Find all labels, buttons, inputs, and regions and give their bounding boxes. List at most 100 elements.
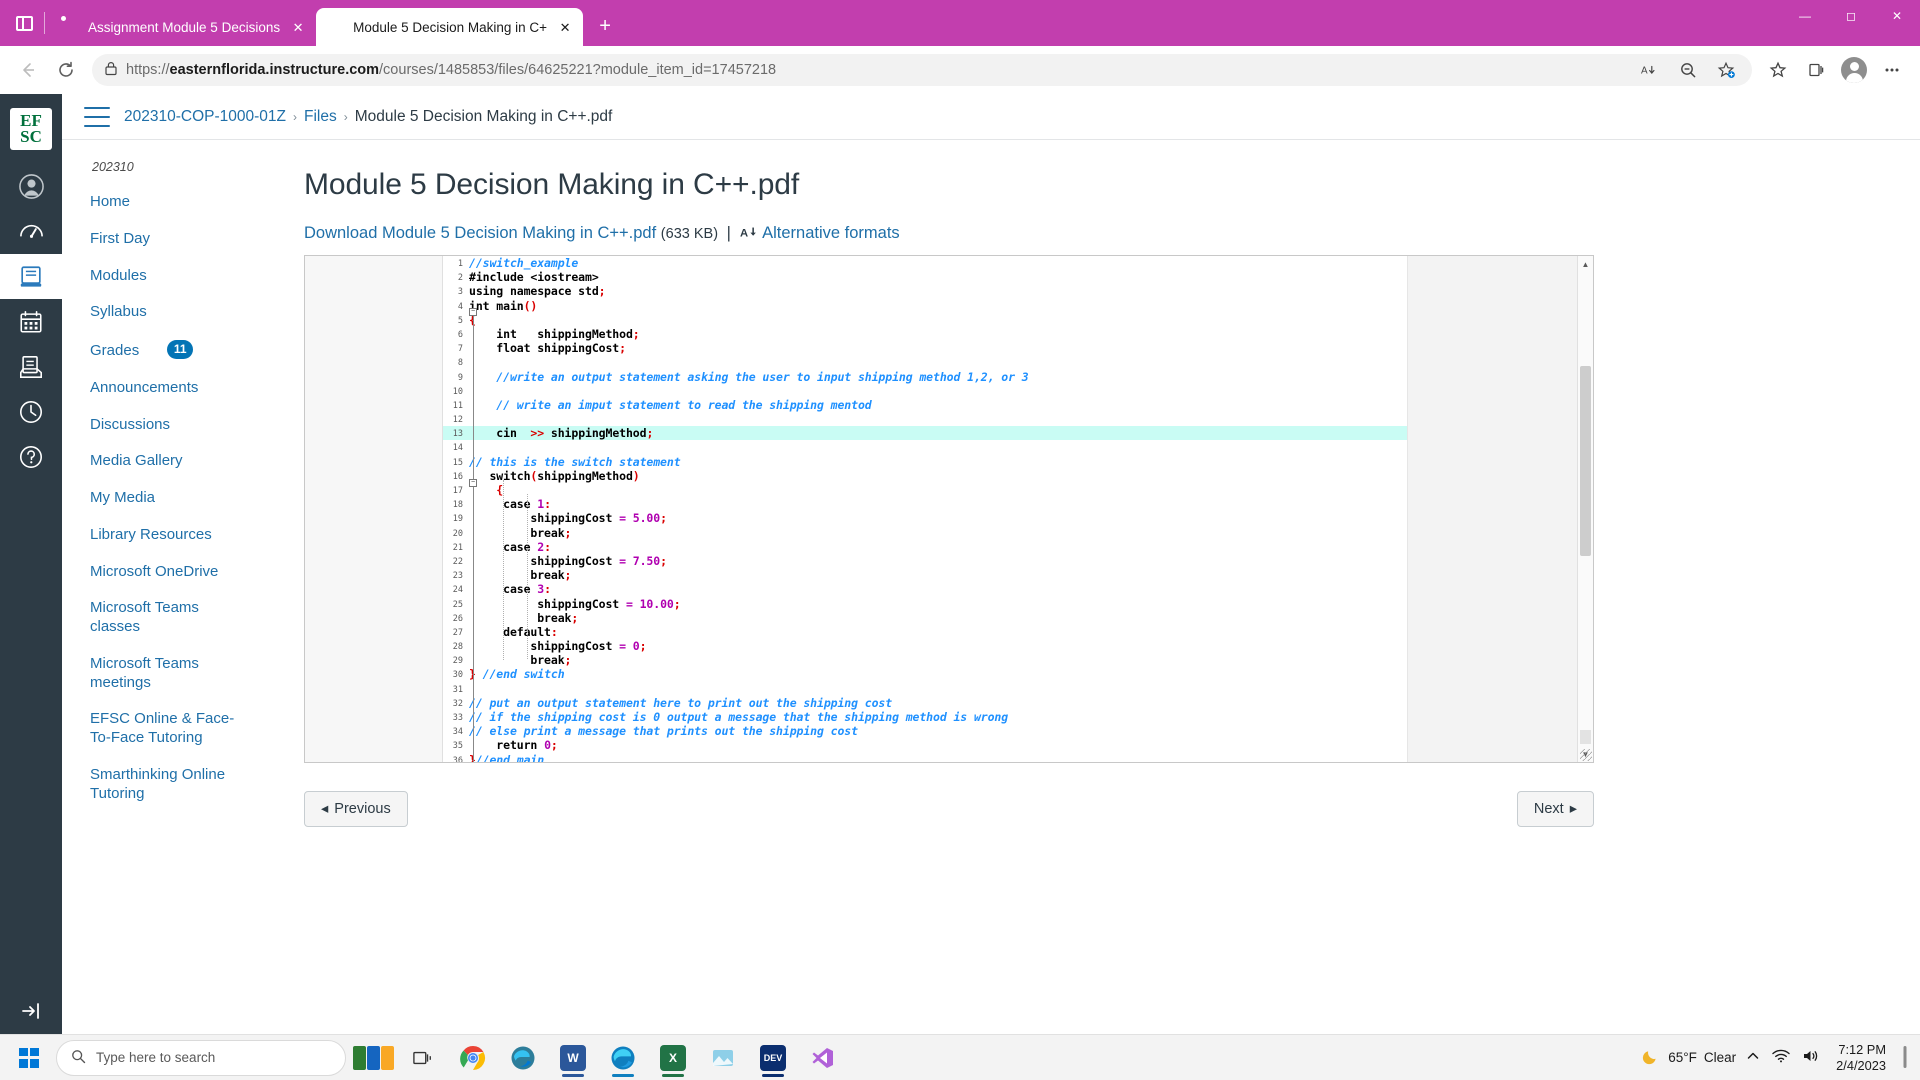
taskbar-photos[interactable] xyxy=(700,1038,746,1078)
code-line-number: 32 xyxy=(452,698,463,709)
global-nav-inbox[interactable] xyxy=(0,344,62,389)
browser-tab-1-close-icon[interactable]: ✕ xyxy=(288,17,308,37)
scroll-up-icon[interactable]: ▲ xyxy=(1578,256,1593,272)
code-line: 2 #include <iostream> xyxy=(443,270,1407,284)
add-favorite-icon[interactable] xyxy=(1708,54,1744,86)
breadcrumb-files[interactable]: Files xyxy=(304,108,337,126)
new-tab-button[interactable]: + xyxy=(589,10,621,42)
volume-icon[interactable] xyxy=(1802,1049,1820,1066)
taskbar-google-chrome[interactable] xyxy=(450,1038,496,1078)
global-nav-history[interactable] xyxy=(0,389,62,434)
close-window-button[interactable]: ✕ xyxy=(1874,0,1920,32)
favorites-icon[interactable] xyxy=(1760,54,1796,86)
course-nav-item-efsc-online-face-to-face-tutoring[interactable]: EFSC Online & Face-To-Face Tutoring xyxy=(62,701,247,757)
code-line-number: 28 xyxy=(452,642,463,653)
browser-tab-2[interactable]: Module 5 Decision Making in C+ ✕ xyxy=(316,8,584,46)
code-fold-toggle-icon[interactable]: − xyxy=(469,308,477,316)
global-nav-courses[interactable] xyxy=(0,254,62,299)
course-nav-item-microsoft-teams-classes[interactable]: Microsoft Teams classes xyxy=(62,590,247,646)
course-nav-item-label: Announcements xyxy=(90,378,199,396)
breadcrumb-course[interactable]: 202310-COP-1000-01Z xyxy=(124,108,286,126)
code-line: 36}//end main xyxy=(443,753,1407,762)
code-line-text: } //end switch xyxy=(469,667,565,682)
global-nav-collapse-button[interactable] xyxy=(0,988,62,1034)
taskbar-visual-studio[interactable] xyxy=(800,1038,846,1078)
course-nav-item-announcements[interactable]: Announcements xyxy=(62,370,247,407)
code-line-number: 23 xyxy=(452,571,463,582)
course-nav-item-modules[interactable]: Modules xyxy=(62,258,247,295)
taskbar-dev-cpp[interactable]: DEV xyxy=(750,1038,796,1078)
module-pager: ◂ Previous Next ▸ xyxy=(304,763,1594,827)
taskbar-clock[interactable]: 7:12 PM 2/4/2023 xyxy=(1830,1042,1892,1074)
edge-dev-icon xyxy=(511,1046,535,1069)
global-nav-calendar[interactable] xyxy=(0,299,62,344)
chrome-icon xyxy=(460,1045,486,1070)
taskbar-edge-dev[interactable] xyxy=(500,1038,546,1078)
show-hidden-icons-icon[interactable] xyxy=(1746,1050,1760,1065)
code-line-text: int shippingMethod; xyxy=(469,326,640,341)
weather-widget[interactable]: 65°F Clear xyxy=(1641,1046,1736,1069)
scrollbar-thumb[interactable] xyxy=(1580,366,1591,556)
next-button[interactable]: Next ▸ xyxy=(1516,791,1594,827)
taskbar-microsoft-edge[interactable] xyxy=(600,1038,646,1078)
code-line: 1 //switch_example xyxy=(443,256,1407,270)
efsc-logo[interactable]: EF SC xyxy=(10,108,52,150)
course-nav-item-library-resources[interactable]: Library Resources xyxy=(62,517,247,554)
maximize-button[interactable]: ◻ xyxy=(1828,0,1874,32)
taskbar-task-view[interactable] xyxy=(400,1038,446,1078)
read-aloud-icon[interactable]: A xyxy=(1632,54,1668,86)
tab-actions-icon[interactable] xyxy=(6,0,42,46)
alternative-formats-link[interactable]: Alternative formats xyxy=(762,224,900,242)
code-line: 15 // this is the switch statement xyxy=(443,455,1407,469)
active-app-underline xyxy=(662,1073,684,1077)
course-nav-item-syllabus[interactable]: Syllabus xyxy=(62,294,247,331)
minimize-button[interactable]: — xyxy=(1782,0,1828,32)
address-bar[interactable]: https://easternflorida.instructure.com/c… xyxy=(92,54,1752,86)
taskbar-search[interactable]: Type here to search xyxy=(56,1039,346,1076)
collections-icon[interactable] xyxy=(1798,54,1834,86)
global-nav-help[interactable] xyxy=(0,434,62,479)
accessibility-download-icon[interactable]: A xyxy=(740,224,763,242)
code-line: 20 break; xyxy=(443,526,1407,540)
zoom-out-icon[interactable] xyxy=(1670,54,1706,86)
taskbar-microsoft-word[interactable]: W xyxy=(550,1038,596,1078)
course-nav-item-microsoft-teams-meetings[interactable]: Microsoft Teams meetings xyxy=(62,646,247,702)
global-nav-account[interactable] xyxy=(0,164,62,209)
browser-tab-2-close-icon[interactable]: ✕ xyxy=(555,17,575,37)
code-line-number: 8 xyxy=(457,358,463,369)
code-line-number: 20 xyxy=(452,528,463,539)
taskbar-microsoft-excel[interactable]: X xyxy=(650,1038,696,1078)
course-nav-item-media-gallery[interactable]: Media Gallery xyxy=(62,443,247,480)
browser-tab-1[interactable]: Assignment Module 5 Decisions ✕ xyxy=(51,8,316,46)
back-arrow-icon[interactable] xyxy=(10,54,46,86)
course-nav-item-my-media[interactable]: My Media xyxy=(62,480,247,517)
course-nav-item-first-day[interactable]: First Day xyxy=(62,221,247,258)
efsc-logo-line2: SC xyxy=(20,127,42,146)
photos-icon xyxy=(713,1049,733,1066)
more-settings-icon[interactable] xyxy=(1874,54,1910,86)
notifications-icon[interactable] xyxy=(1902,1044,1908,1072)
course-nav-item-discussions[interactable]: Discussions xyxy=(62,407,247,444)
global-nav-dashboard[interactable] xyxy=(0,209,62,254)
previous-button[interactable]: ◂ Previous xyxy=(304,791,408,827)
resize-grip[interactable] xyxy=(1580,749,1592,761)
wifi-icon[interactable] xyxy=(1772,1049,1790,1066)
breadcrumb: 202310-COP-1000-01Z › Files › Module 5 D… xyxy=(124,108,612,126)
code-fold-toggle-icon[interactable]: − xyxy=(469,479,477,487)
code-line-number: 33 xyxy=(452,713,463,723)
profile-icon[interactable] xyxy=(1836,54,1872,86)
course-nav-item-smarthinking-online-tutoring[interactable]: Smarthinking Online Tutoring xyxy=(62,757,247,813)
start-button[interactable] xyxy=(6,1038,52,1078)
dev-cpp-icon: DEV xyxy=(760,1044,786,1071)
course-nav-item-home[interactable]: Home xyxy=(62,184,247,221)
code-line: 13 cin >> shippingMethod; xyxy=(443,426,1407,441)
refresh-icon[interactable] xyxy=(48,54,84,86)
code-line: 26 break; xyxy=(443,611,1407,625)
course-nav-item-grades[interactable]: Grades 11 xyxy=(62,331,247,370)
code-line-number: 14 xyxy=(452,443,463,454)
taskbar-widgets[interactable] xyxy=(350,1038,396,1078)
pdf-scrollbar[interactable]: ▲ ▼ xyxy=(1577,256,1593,762)
download-file-link[interactable]: Download Module 5 Decision Making in C++… xyxy=(304,224,656,242)
course-nav-item-microsoft-onedrive[interactable]: Microsoft OneDrive xyxy=(62,554,247,591)
course-nav-toggle-icon[interactable] xyxy=(84,106,110,127)
